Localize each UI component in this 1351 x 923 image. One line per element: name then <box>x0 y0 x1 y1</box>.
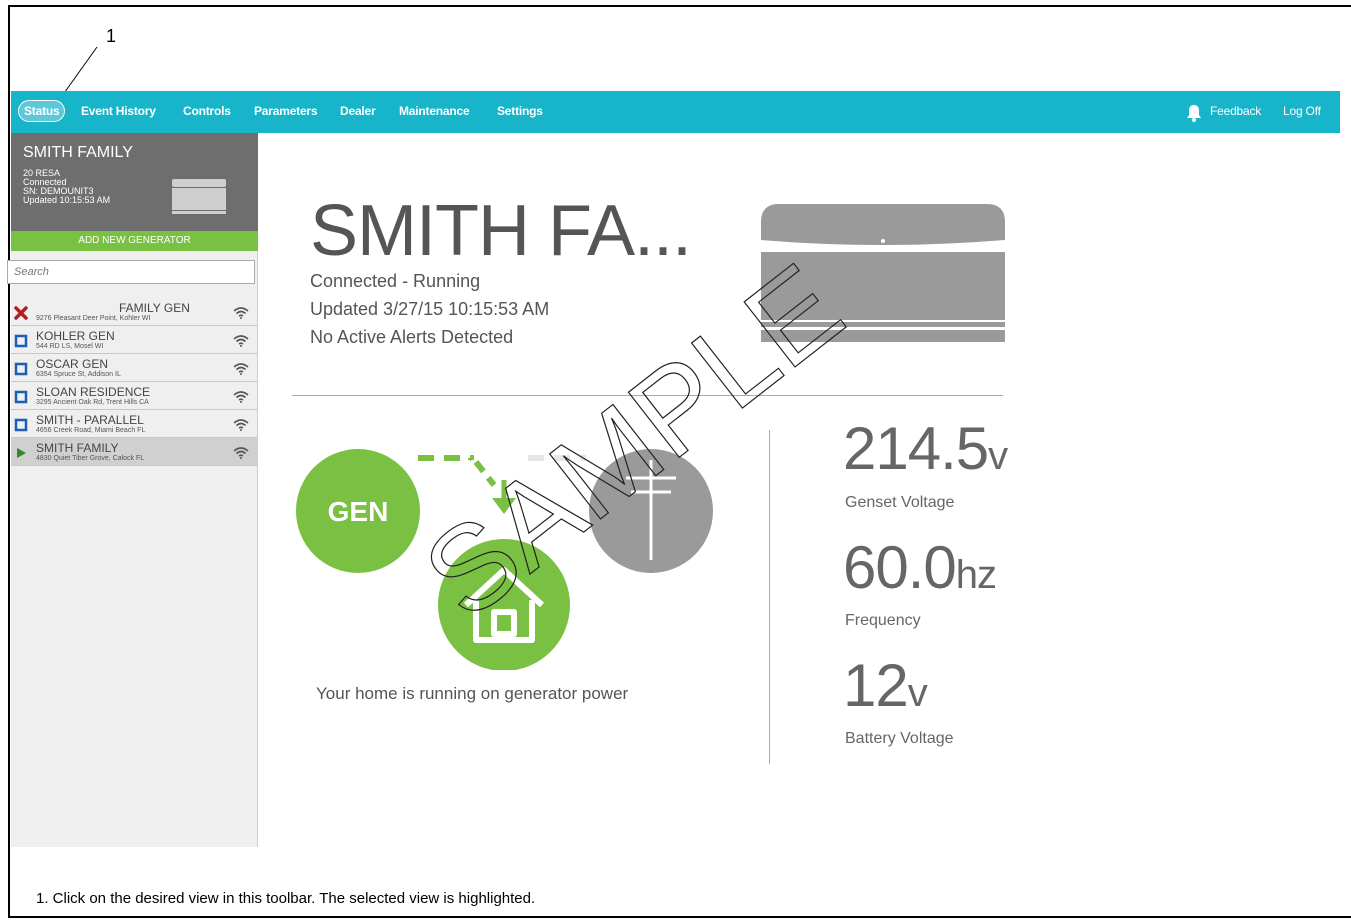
wifi-icon <box>233 447 249 459</box>
bell-icon[interactable] <box>1184 103 1204 123</box>
stopped-square-icon <box>14 418 28 432</box>
generator-thumbnail-icon <box>172 179 226 214</box>
tab-settings[interactable]: Settings <box>497 104 543 118</box>
selected-generator-header: SMITH FAMILY 20 RESA Connected SN: DEMOU… <box>11 133 258 231</box>
frequency-label: Frequency <box>845 612 921 629</box>
feedback-link[interactable]: Feedback <box>1210 104 1261 118</box>
wifi-icon <box>233 335 249 347</box>
log-off-link[interactable]: Log Off <box>1283 104 1321 118</box>
info-updated: Updated 10:15:53 AM <box>23 195 111 205</box>
generator-address: 6354 Spruce St, Addison IL <box>36 371 121 378</box>
search-input[interactable] <box>7 260 255 284</box>
tab-controls[interactable]: Controls <box>183 104 231 118</box>
wifi-icon <box>233 419 249 431</box>
generator-address: 4656 Creek Road, Miami Beach FL <box>36 427 146 434</box>
wifi-icon <box>233 307 249 319</box>
stopped-square-icon <box>14 334 28 348</box>
tab-maintenance[interactable]: Maintenance <box>399 104 470 118</box>
list-item[interactable]: KOHLER GEN 544 RD LS, Mosel WI <box>11 326 258 354</box>
footnote: 1. Click on the desired view in this too… <box>36 890 536 907</box>
alert-status: No Active Alerts Detected <box>310 327 514 347</box>
section-divider <box>292 395 1003 396</box>
list-item[interactable]: FAMILY GEN 9276 Pleasant Deer Point, Kohl… <box>11 298 258 326</box>
stopped-square-icon <box>14 362 28 376</box>
tab-parameters[interactable]: Parameters <box>254 104 318 118</box>
generator-address: 4830 Quiet Tiber Grove, Calock FL <box>36 455 145 462</box>
tab-dealer[interactable]: Dealer <box>340 104 376 118</box>
wifi-icon <box>233 391 249 403</box>
list-item[interactable]: SMITH FAMILY 4830 Quiet Tiber Grove, Calo… <box>11 438 258 466</box>
generator-sidebar: SMITH FAMILY 20 RESA Connected SN: DEMOU… <box>7 133 258 847</box>
generator-image <box>761 204 1005 342</box>
generator-name: OSCAR GEN <box>36 357 109 371</box>
tab-event-history[interactable]: Event History <box>81 104 156 118</box>
genset-voltage-value: 214.5v <box>843 415 1008 482</box>
battery-voltage-value: 12v <box>843 652 928 719</box>
connection-status: Connected - Running <box>310 271 481 291</box>
gen-label: GEN <box>328 496 389 527</box>
generator-address: 9276 Pleasant Deer Point, Kohler WI <box>36 315 151 322</box>
wifi-icon <box>233 363 249 375</box>
top-toolbar: Status Event History Controls Parameters… <box>11 91 1340 133</box>
selected-generator-info: 20 RESA Connected SN: DEMOUNIT3 Updated … <box>23 169 110 205</box>
generator-address: 544 RD LS, Mosel WI <box>36 343 104 350</box>
list-item[interactable]: SMITH - PARALLEL 4656 Creek Road, Miami B… <box>11 410 258 438</box>
generator-name: SLOAN RESIDENCE <box>36 385 151 399</box>
add-new-generator-button[interactable]: ADD NEW GENERATOR <box>11 231 258 251</box>
battery-voltage-label: Battery Voltage <box>845 730 954 747</box>
generator-list: FAMILY GEN 9276 Pleasant Deer Point, Kohl… <box>11 298 258 466</box>
frequency-value: 60.0hz <box>843 534 997 601</box>
page-title: SMITH FA... <box>310 191 692 271</box>
metrics-divider <box>769 430 770 764</box>
error-x-icon <box>14 306 28 320</box>
stopped-square-icon <box>14 390 28 404</box>
list-item[interactable]: SLOAN RESIDENCE 3295 Ancient Oak Rd, Tren… <box>11 382 258 410</box>
power-flow-caption: Your home is running on generator power <box>316 684 629 703</box>
updated-timestamp: Updated 3/27/15 10:15:53 AM <box>310 299 550 319</box>
generator-address: 3295 Ancient Oak Rd, Trent Hills CA <box>36 399 149 406</box>
list-item[interactable]: OSCAR GEN 6354 Spruce St, Addison IL <box>11 354 258 382</box>
generator-name: KOHLER GEN <box>36 329 115 343</box>
genset-voltage-label: Genset Voltage <box>845 494 955 511</box>
generator-name: FAMILY GEN <box>119 301 190 315</box>
home-circle <box>438 539 570 670</box>
tab-status[interactable]: Status <box>18 100 66 122</box>
running-play-icon <box>17 448 26 458</box>
generator-name: SMITH FAMILY <box>36 441 119 455</box>
generator-name: SMITH - PARALLEL <box>36 413 144 427</box>
power-flow-diagram: GEN <box>296 449 713 670</box>
selected-generator-title: SMITH FAMILY <box>23 144 133 161</box>
